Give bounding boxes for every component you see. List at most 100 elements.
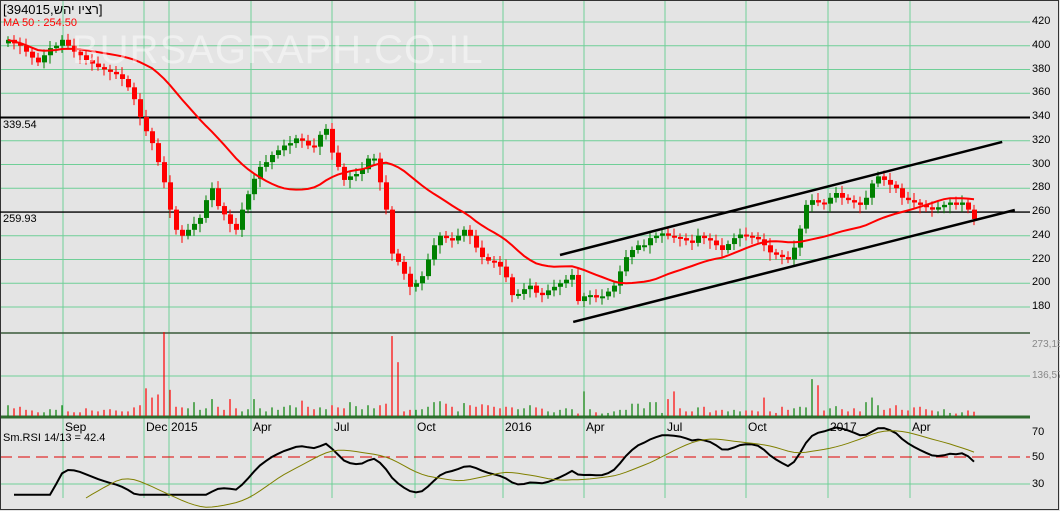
candle-body	[942, 204, 947, 208]
hline-label-2: 259.93	[3, 213, 37, 225]
candle-body	[780, 254, 785, 258]
candle-body	[570, 274, 575, 280]
candle-body	[558, 283, 563, 287]
candle-body	[48, 48, 53, 56]
candle-body	[624, 257, 629, 272]
volume-axis-label-mid: 136,576	[1032, 370, 1060, 381]
candle-body	[228, 214, 233, 224]
candle-body	[744, 234, 749, 237]
candle-body	[414, 283, 419, 287]
price-tick-label: 260	[1032, 205, 1051, 217]
candle-body	[738, 234, 743, 239]
candle-body	[264, 162, 269, 167]
candle-body	[726, 244, 731, 250]
rsi-axis-30: 30	[1032, 478, 1045, 490]
candle-body	[480, 247, 485, 258]
candle-body	[702, 235, 707, 239]
candle-body	[252, 178, 257, 195]
candle-body	[456, 235, 461, 241]
candle-body	[522, 289, 527, 294]
candle-body	[750, 235, 755, 238]
candle-body	[186, 229, 191, 236]
candle-body	[888, 179, 893, 185]
date-label: Oct	[748, 420, 767, 434]
candle-body	[420, 276, 425, 284]
candle-body	[60, 39, 65, 46]
channel-upper-line	[559, 140, 1003, 257]
candle-body	[966, 202, 971, 210]
candle-body	[852, 200, 857, 203]
candle-body	[732, 238, 737, 245]
candle-body	[138, 99, 143, 117]
candle-body	[234, 223, 239, 230]
candle-body	[768, 245, 773, 253]
candle-body	[402, 261, 407, 274]
candle-body	[168, 182, 173, 210]
candle-body	[708, 238, 713, 241]
candle-body	[690, 240, 695, 243]
candle-body	[162, 162, 167, 183]
candle-body	[426, 259, 431, 277]
candle-body	[192, 223, 197, 230]
candle-body	[462, 229, 467, 236]
candle-body	[204, 200, 209, 218]
candle-body	[582, 296, 587, 302]
rsi-line	[14, 426, 975, 496]
candle-body	[858, 202, 863, 205]
candle-body	[132, 87, 137, 100]
chart-canvas	[0, 0, 1059, 510]
ma-label: MA 50 : 254.50	[3, 17, 77, 29]
candle-body	[54, 45, 59, 49]
candle-body	[444, 235, 449, 239]
candle-body	[450, 238, 455, 241]
candle-body	[384, 182, 389, 210]
candle-body	[42, 55, 47, 63]
price-tick-label: 400	[1032, 38, 1051, 51]
candle-body	[936, 207, 941, 210]
candle-body	[960, 202, 965, 205]
candle-body	[666, 233, 671, 236]
candle-body	[636, 245, 641, 250]
price-tick-label: 280	[1032, 181, 1051, 194]
candle-body	[276, 150, 281, 155]
date-label: Apr	[912, 420, 931, 434]
candle-body	[492, 260, 497, 263]
candle-body	[126, 79, 131, 88]
candle-body	[648, 238, 653, 246]
candle-body	[474, 235, 479, 248]
candle-body	[216, 188, 221, 207]
date-label: 2015	[171, 420, 198, 434]
candle-body	[642, 245, 647, 248]
candle-body	[318, 134, 323, 147]
candle-body	[756, 236, 761, 240]
candle-body	[282, 145, 287, 151]
candle-body	[432, 245, 437, 260]
candle-body	[912, 200, 917, 203]
candle-body	[156, 143, 161, 163]
chart-title: [394015,רציו יהש]	[3, 2, 103, 17]
price-tick-label: 180	[1032, 300, 1051, 312]
candle-body	[504, 266, 509, 278]
candle-body	[588, 295, 593, 298]
candle-body	[846, 197, 851, 201]
candle-body	[300, 138, 305, 141]
price-tick-label: 340	[1032, 110, 1051, 122]
candle-body	[816, 200, 821, 203]
candle-body	[516, 293, 521, 296]
candle-body	[576, 274, 581, 302]
candle-body	[540, 292, 545, 296]
candle-body	[660, 233, 665, 236]
candle-body	[834, 193, 839, 198]
candle-body	[876, 176, 881, 184]
candle-body	[612, 285, 617, 292]
candle-body	[288, 143, 293, 146]
candle-body	[678, 236, 683, 239]
candle-body	[714, 240, 719, 246]
candle-body	[396, 253, 401, 262]
candle-body	[786, 257, 791, 260]
candle-body	[210, 188, 215, 201]
candle-body	[372, 158, 377, 161]
candle-body	[150, 131, 155, 144]
candle-body	[36, 57, 41, 63]
date-label: 2016	[505, 420, 532, 434]
